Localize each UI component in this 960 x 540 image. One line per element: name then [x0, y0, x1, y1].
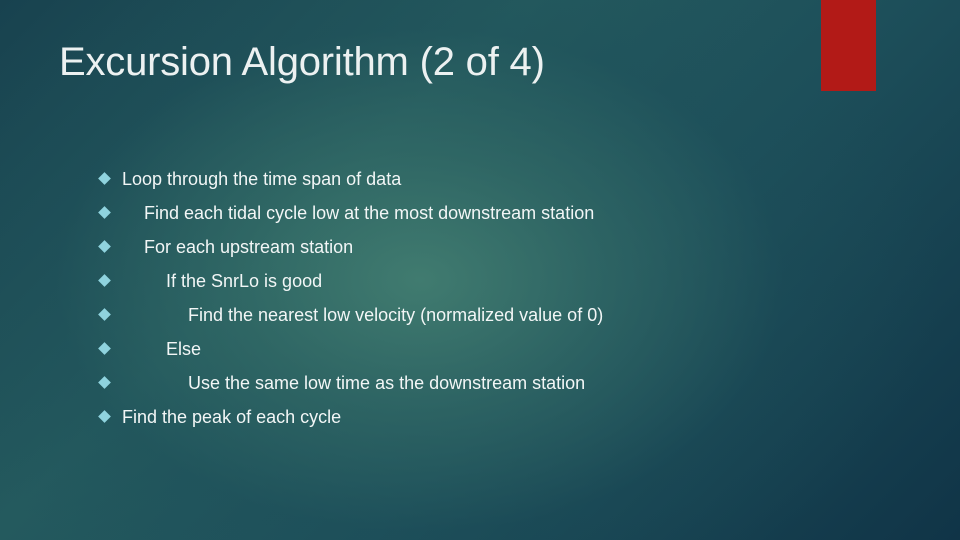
- diamond-bullet-icon: [98, 206, 111, 219]
- diamond-bullet-icon: [98, 376, 111, 389]
- bullet-item: If the SnrLo is good: [0, 266, 760, 296]
- bullet-item: For each upstream station: [0, 232, 760, 262]
- bullet-text: If the SnrLo is good: [166, 271, 323, 291]
- slide-title: Excursion Algorithm (2 of 4): [59, 40, 545, 84]
- bullet-item: Use the same low time as the downstream …: [0, 368, 760, 398]
- diamond-bullet-icon: [98, 240, 111, 253]
- diamond-bullet-icon: [98, 172, 111, 185]
- bullet-item: Loop through the time span of data: [0, 164, 760, 194]
- bullet-text: Use the same low time as the downstream …: [188, 373, 586, 393]
- bullet-text: Loop through the time span of data: [122, 169, 402, 189]
- slide-background: Excursion Algorithm (2 of 4) Loop throug…: [0, 0, 960, 540]
- bullet-text: Find each tidal cycle low at the most do…: [144, 203, 595, 223]
- bullet-text: For each upstream station: [144, 237, 354, 257]
- bullet-text: Find the peak of each cycle: [122, 407, 342, 427]
- accent-bar: [821, 0, 876, 91]
- diamond-bullet-icon: [98, 410, 111, 423]
- diamond-bullet-icon: [98, 274, 111, 287]
- bullet-item: Find the peak of each cycle: [0, 402, 760, 432]
- bullet-item: Else: [0, 334, 760, 364]
- diamond-bullet-icon: [98, 342, 111, 355]
- bullet-text: Else: [166, 339, 202, 359]
- diamond-bullet-icon: [98, 308, 111, 321]
- bullet-text: Find the nearest low velocity (normalize…: [188, 305, 604, 325]
- bullet-item: Find the nearest low velocity (normalize…: [0, 300, 760, 330]
- bullet-item: Find each tidal cycle low at the most do…: [0, 198, 760, 228]
